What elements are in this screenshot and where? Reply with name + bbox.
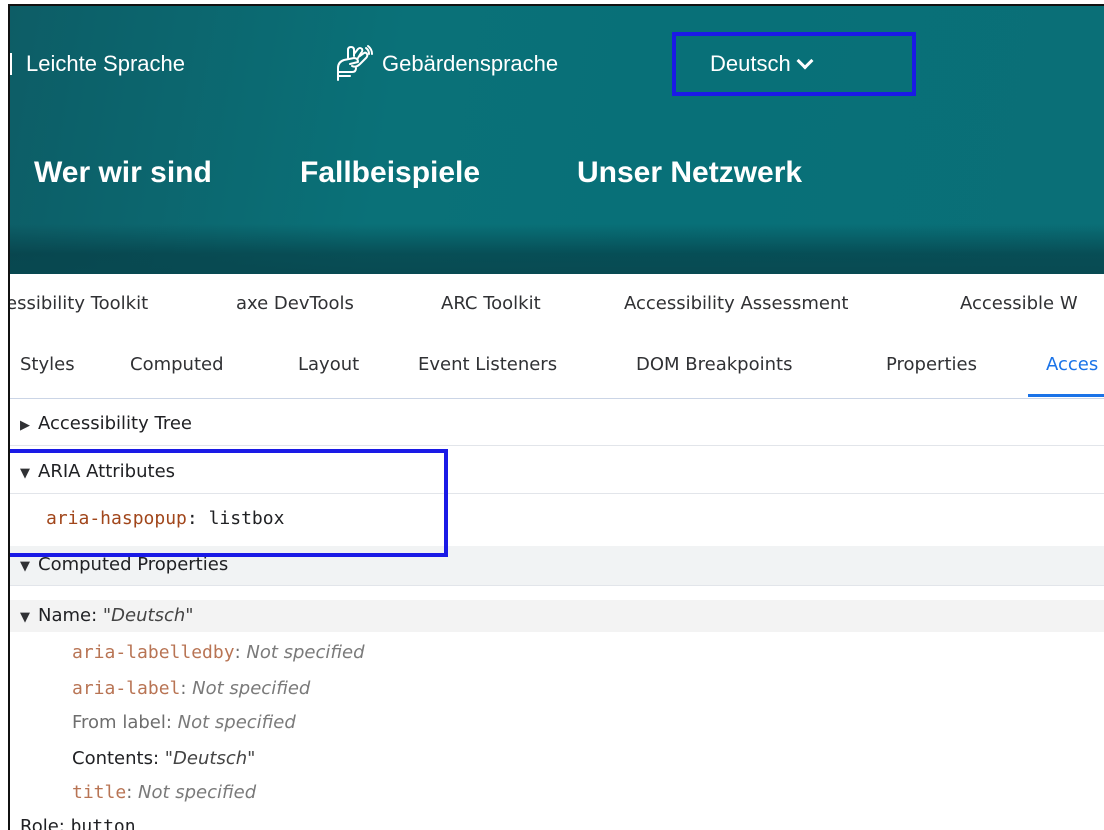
aria-attribute-row[interactable]: aria-haspopup: listbox [10, 496, 1104, 542]
from-label-value: Not specified [177, 712, 296, 733]
tab-arc-toolkit[interactable]: ARC Toolkit [441, 293, 541, 314]
tab-accessibility-assessment[interactable]: Accessibility Assessment [624, 293, 848, 314]
aria-labelledby-value: Not specified [246, 642, 365, 663]
title-value: Not specified [137, 782, 257, 803]
computed-properties-section[interactable]: ▼ Computed Properties [10, 546, 1104, 586]
tab-event-listeners[interactable]: Event Listeners [418, 354, 557, 375]
triangle-down-icon: ▼ [20, 559, 30, 574]
leichte-sprache-label: Leichte Sprache [26, 51, 185, 76]
contents-value: "Deutsch" [164, 748, 256, 769]
gebaerdensprache-label: Gebärdensprache [382, 51, 559, 76]
aria-labelledby-key: aria-labelledby [72, 642, 235, 663]
nav-fallbeispiele[interactable]: Fallbeispiele [300, 156, 480, 190]
devtools-panel: essibility Toolkit axe DevTools ARC Tool… [10, 274, 1104, 830]
tab-computed[interactable]: Computed [130, 354, 224, 375]
chevron-down-icon [796, 52, 814, 70]
tab-layout[interactable]: Layout [298, 354, 359, 375]
tab-accessibility[interactable]: Acces [1046, 354, 1098, 375]
aria-label-value: Not specified [192, 678, 311, 699]
language-button-label: Deutsch [710, 51, 791, 76]
book-icon [10, 53, 12, 75]
gebaerdensprache-link[interactable]: Gebärdensprache [330, 44, 558, 84]
name-value: "Deutsch" [102, 605, 194, 626]
triangle-down-icon: ▼ [20, 610, 30, 625]
tab-dom-breakpoints[interactable]: DOM Breakpoints [636, 354, 792, 375]
tab-styles[interactable]: Styles [20, 354, 75, 375]
role-key: Role: [20, 816, 71, 830]
sign-language-hands-icon [337, 45, 373, 81]
section-label: Computed Properties [38, 554, 229, 575]
aria-attribute-name: aria-haspopup [46, 508, 187, 529]
leichte-sprache-link[interactable]: Leichte Sprache [10, 44, 185, 84]
aria-attribute-value: listbox [208, 508, 285, 529]
extension-tabbar: essibility Toolkit axe DevTools ARC Tool… [10, 274, 1104, 337]
accessibility-tree-section[interactable]: ▶ Accessibility Tree [10, 402, 1104, 446]
aria-label-key: aria-label [72, 678, 181, 699]
nav-wer-wir-sind[interactable]: Wer wir sind [34, 156, 212, 190]
role-row: Role: button [10, 812, 1104, 830]
tab-accessible-w[interactable]: Accessible W [960, 293, 1078, 314]
name-property-row[interactable]: ▼ Name: "Deutsch" [10, 600, 1104, 632]
nav-unser-netzwerk[interactable]: Unser Netzwerk [577, 156, 802, 190]
from-label-row: From label: Not specified [10, 708, 1104, 738]
name-label: Name: [38, 605, 103, 626]
site-header: Leichte Sprache Gebärdensprache Deutsch [10, 6, 1104, 274]
triangle-down-icon: ▼ [20, 466, 30, 481]
aria-attributes-section[interactable]: ▼ ARIA Attributes [10, 450, 1104, 494]
tab-axe-devtools[interactable]: axe DevTools [236, 293, 354, 314]
triangle-right-icon: ▶ [20, 418, 30, 433]
screenshot-frame: Leichte Sprache Gebärdensprache Deutsch [8, 4, 1104, 830]
section-label: ARIA Attributes [38, 461, 176, 482]
section-label: Accessibility Tree [38, 413, 192, 434]
sidebar-tabbar: Styles Computed Layout Event Listeners D… [10, 336, 1104, 399]
role-value: button [70, 816, 136, 830]
from-label-key: From label: [72, 712, 178, 733]
aria-labelledby-row: aria-labelledby: Not specified [72, 642, 365, 663]
language-select-button[interactable]: Deutsch [672, 32, 916, 96]
tab-properties[interactable]: Properties [886, 354, 977, 375]
active-tab-indicator [1028, 394, 1104, 397]
title-row: title: Not specified [72, 782, 257, 803]
tab-accessibility-toolkit[interactable]: essibility Toolkit [10, 293, 148, 314]
title-key: title [72, 782, 127, 803]
aria-label-row: aria-label: Not specified [72, 678, 311, 699]
contents-row: Contents: "Deutsch" [10, 744, 1104, 774]
contents-key: Contents: [72, 748, 165, 769]
